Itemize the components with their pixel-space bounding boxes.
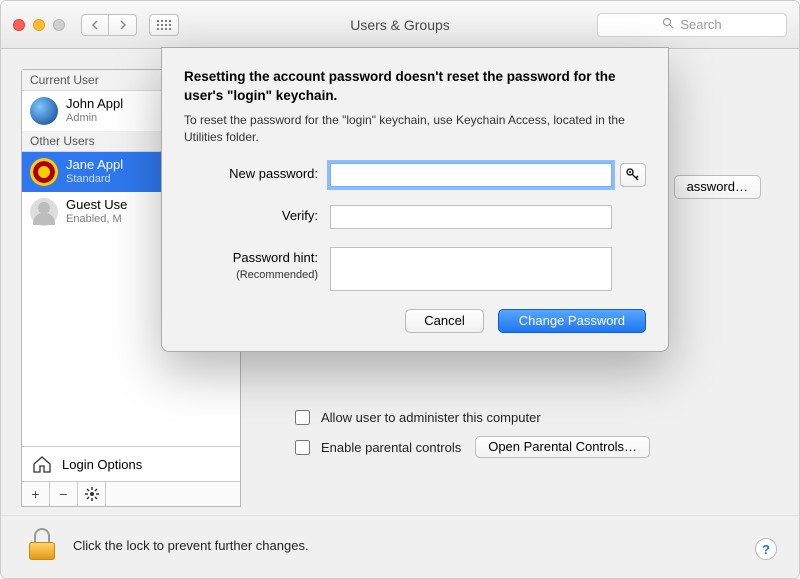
help-button[interactable]: ? xyxy=(755,538,777,560)
settings-gear-button[interactable] xyxy=(78,482,106,506)
enable-parental-checkbox-row[interactable]: Enable parental controls xyxy=(291,437,461,458)
allow-admin-label: Allow user to administer this computer xyxy=(321,410,541,425)
reset-password-sheet: Resetting the account password doesn't r… xyxy=(161,47,669,352)
chevron-right-icon xyxy=(119,20,127,30)
user-name: Guest Use xyxy=(66,198,127,213)
user-name: John Appl xyxy=(66,97,123,112)
sheet-heading: Resetting the account password doesn't r… xyxy=(184,68,646,106)
minimize-window-button[interactable] xyxy=(33,19,45,31)
allow-admin-checkbox-row[interactable]: Allow user to administer this computer xyxy=(291,407,769,428)
add-user-button[interactable]: + xyxy=(22,482,50,506)
show-all-button[interactable] xyxy=(149,14,179,36)
key-icon xyxy=(626,168,640,182)
search-field[interactable]: Search xyxy=(597,13,787,37)
enable-parental-checkbox[interactable] xyxy=(295,440,310,455)
sidebar-toolbar: + − xyxy=(22,481,240,506)
password-key-button[interactable] xyxy=(620,163,646,187)
login-options-row[interactable]: Login Options xyxy=(22,446,240,481)
back-button[interactable] xyxy=(81,14,109,36)
enable-parental-label: Enable parental controls xyxy=(321,440,461,455)
allow-admin-checkbox[interactable] xyxy=(295,410,310,425)
avatar-silhouette-icon xyxy=(30,198,58,226)
new-password-label: New password: xyxy=(184,163,330,182)
change-password-button-background[interactable]: assword… xyxy=(674,175,761,199)
grid-icon xyxy=(157,20,171,30)
avatar-target-icon xyxy=(30,158,58,186)
password-hint-input[interactable] xyxy=(330,247,612,291)
chevron-left-icon xyxy=(91,20,99,30)
gear-icon xyxy=(85,487,99,501)
remove-user-button[interactable]: − xyxy=(50,482,78,506)
verify-label: Verify: xyxy=(184,205,330,224)
lock-button[interactable] xyxy=(29,530,57,560)
verify-password-input[interactable] xyxy=(330,205,612,229)
user-name: Jane Appl xyxy=(66,158,123,173)
footer: Click the lock to prevent further change… xyxy=(1,515,799,578)
open-parental-controls-button[interactable]: Open Parental Controls… xyxy=(475,436,650,458)
change-password-button[interactable]: Change Password xyxy=(498,309,646,333)
user-role: Admin xyxy=(66,112,123,125)
close-window-button[interactable] xyxy=(13,19,25,31)
lock-body-icon xyxy=(29,542,55,560)
cancel-button[interactable]: Cancel xyxy=(405,309,483,333)
titlebar: Users & Groups Search xyxy=(1,1,799,49)
search-placeholder: Search xyxy=(680,17,721,32)
sheet-subtext: To reset the password for the "login" ke… xyxy=(184,112,646,146)
user-role: Enabled, M xyxy=(66,213,127,226)
forward-button[interactable] xyxy=(109,14,137,36)
login-options-label: Login Options xyxy=(62,457,142,472)
avatar-earth-icon xyxy=(30,97,58,125)
search-icon xyxy=(662,17,674,32)
user-role: Standard xyxy=(66,173,123,186)
new-password-input[interactable] xyxy=(330,163,612,187)
zoom-window-button[interactable] xyxy=(53,19,65,31)
nav-buttons xyxy=(81,14,137,36)
hint-label: Password hint: (Recommended) xyxy=(184,247,330,282)
home-icon xyxy=(32,455,52,473)
lock-shackle-icon xyxy=(34,528,50,542)
lock-text: Click the lock to prevent further change… xyxy=(73,538,309,553)
window-controls xyxy=(13,19,65,31)
users-groups-window: Users & Groups Search Current User John … xyxy=(0,0,800,579)
